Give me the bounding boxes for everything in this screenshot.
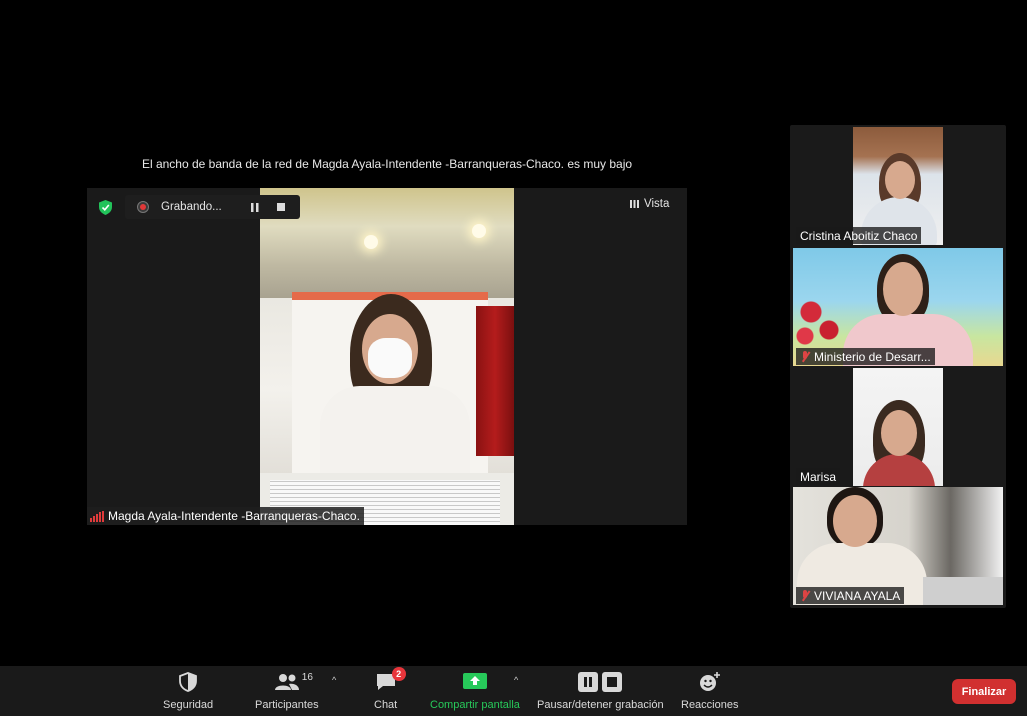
recording-controls-label: Pausar/detener grabación <box>537 699 664 711</box>
participants-options-caret-icon[interactable]: ^ <box>332 675 336 685</box>
share-screen-label: Compartir pantalla <box>430 699 520 711</box>
share-screen-button[interactable]: Compartir pantalla <box>430 670 520 711</box>
muted-mic-icon <box>800 350 810 363</box>
participants-button[interactable]: 16 Participantes <box>255 670 319 711</box>
shield-icon <box>179 670 197 694</box>
chat-bubble-icon: 2 <box>375 667 406 694</box>
meeting-toolbar: Seguridad 16 Participantes ^ 2 Chat Comp… <box>0 666 1027 716</box>
security-button[interactable]: Seguridad <box>163 670 213 711</box>
emoji-add-icon <box>699 670 721 694</box>
chat-button[interactable]: 2 Chat <box>374 667 406 711</box>
security-label: Seguridad <box>163 699 214 711</box>
main-speaker-name-tag: Magda Ayala-Intendente -Barranqueras-Cha… <box>87 507 364 525</box>
pause-stop-recording-icon <box>578 670 623 694</box>
share-options-caret-icon[interactable]: ^ <box>514 675 518 685</box>
main-speaker-name: Magda Ayala-Intendente -Barranqueras-Cha… <box>108 509 360 523</box>
participants-label: Participantes <box>255 699 319 711</box>
participant-count: 16 <box>301 672 313 683</box>
share-screen-icon <box>462 670 487 694</box>
recording-label: Grabando... <box>161 201 222 213</box>
participant-tile[interactable]: Marisa <box>793 368 1003 486</box>
participant-tile[interactable]: Cristina Aboitiz Chaco <box>793 127 1003 245</box>
stop-icon <box>277 203 285 211</box>
participant-name: Marisa <box>796 468 841 485</box>
participants-icon: 16 <box>274 670 313 694</box>
weak-signal-icon <box>90 510 104 522</box>
reactions-label: Reacciones <box>681 699 739 711</box>
participant-name: VIVIANA AYALA <box>796 587 905 604</box>
view-button[interactable]: Vista <box>630 198 669 210</box>
record-icon <box>137 201 149 213</box>
view-label: Vista <box>644 198 670 210</box>
participant-name: Ministerio de Desarr... <box>796 348 935 365</box>
chat-unread-badge: 2 <box>391 667 406 681</box>
encryption-shield-icon <box>95 197 115 217</box>
main-speaker-video <box>260 188 514 525</box>
gallery-panel: Cristina Aboitiz Chaco Ministerio de Des… <box>790 125 1006 608</box>
reactions-button[interactable]: Reacciones <box>681 670 738 711</box>
recording-indicator: Grabando... <box>125 195 300 219</box>
participant-name: Cristina Aboitiz Chaco <box>796 227 922 244</box>
end-meeting-button[interactable]: Finalizar <box>952 679 1016 704</box>
pause-stop-recording-button[interactable]: Pausar/detener grabación <box>537 670 664 711</box>
network-warning-banner: El ancho de banda de la red de Magda Aya… <box>141 157 633 171</box>
participant-tile[interactable]: Ministerio de Desarr... <box>793 248 1003 366</box>
main-video-tile[interactable] <box>87 188 687 525</box>
muted-mic-icon <box>800 589 810 602</box>
pause-icon <box>251 202 259 212</box>
stop-recording-button[interactable] <box>272 198 290 216</box>
participant-tile[interactable]: VIVIANA AYALA <box>793 487 1003 605</box>
pause-recording-button[interactable] <box>246 198 264 216</box>
chat-label: Chat <box>374 699 398 711</box>
grid-view-icon <box>630 200 640 208</box>
